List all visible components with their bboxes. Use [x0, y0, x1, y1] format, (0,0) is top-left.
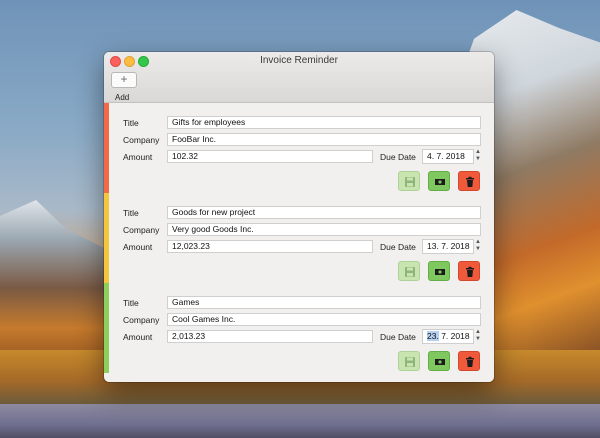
trash-icon — [466, 176, 474, 187]
invoice-list: Title Gifts for employees Company FooBar In… — [104, 103, 494, 373]
company-field[interactable]: Very good Goods Inc. — [167, 223, 481, 236]
floppy-disk-icon — [405, 267, 415, 277]
trash-icon — [466, 356, 474, 367]
save-button[interactable] — [398, 351, 420, 371]
save-button[interactable] — [398, 261, 420, 281]
chevron-up-icon[interactable]: ▲ — [474, 239, 482, 246]
company-label: Company — [123, 225, 160, 235]
delete-button[interactable] — [458, 261, 480, 281]
save-button[interactable] — [398, 171, 420, 191]
date-stepper[interactable]: ▲ ▼ — [474, 239, 482, 254]
amount-label: Amount — [123, 152, 153, 162]
banknote-icon — [435, 269, 445, 275]
due-date-rest[interactable]: 7. 2018 — [434, 151, 464, 161]
plus-icon: + — [120, 72, 128, 86]
view-button[interactable] — [428, 351, 450, 371]
invoice-reminder-window: Invoice Reminder + Add Title Gifts for em… — [104, 52, 494, 382]
company-label: Company — [123, 135, 160, 145]
chevron-up-icon[interactable]: ▲ — [474, 149, 482, 156]
due-date-label: Due Date — [380, 332, 416, 342]
title-label: Title — [123, 118, 139, 128]
title-field[interactable]: Gifts for employees — [167, 116, 481, 129]
due-date-field[interactable]: 23. 7. 2018 — [422, 329, 474, 344]
due-date-label: Due Date — [380, 242, 416, 252]
amount-label: Amount — [123, 242, 153, 252]
due-date-label: Due Date — [380, 152, 416, 162]
status-stripe — [104, 283, 109, 373]
date-stepper[interactable]: ▲ ▼ — [474, 149, 482, 164]
delete-button[interactable] — [458, 171, 480, 191]
titlebar: Invoice Reminder + Add — [104, 52, 494, 103]
view-button[interactable] — [428, 261, 450, 281]
due-date-day[interactable]: 13. — [427, 241, 439, 251]
amount-field[interactable]: 12,023.23 — [167, 240, 373, 253]
due-date-field[interactable]: 4. 7. 2018 — [422, 149, 474, 164]
title-label: Title — [123, 298, 139, 308]
add-label: Add — [115, 93, 130, 102]
title-field[interactable]: Games — [167, 296, 481, 309]
invoice-card: Title Games Company Cool Games Inc. Amount 2,… — [104, 283, 494, 373]
amount-label: Amount — [123, 332, 153, 342]
add-invoice-button[interactable]: + — [111, 72, 137, 88]
status-stripe — [104, 103, 109, 193]
chevron-down-icon[interactable]: ▼ — [474, 336, 482, 343]
invoice-card: Title Gifts for employees Company FooBar In… — [104, 103, 494, 193]
company-field[interactable]: FooBar Inc. — [167, 133, 481, 146]
banknote-icon — [435, 359, 445, 365]
chevron-up-icon[interactable]: ▲ — [474, 329, 482, 336]
banknote-icon — [435, 179, 445, 185]
chevron-down-icon[interactable]: ▼ — [474, 246, 482, 253]
title-label: Title — [123, 208, 139, 218]
company-label: Company — [123, 315, 160, 325]
floppy-disk-icon — [405, 177, 415, 187]
trash-icon — [466, 266, 474, 277]
invoice-card: Title Goods for new project Company Very go… — [104, 193, 494, 283]
due-date-day-selected[interactable]: 23. — [427, 331, 439, 341]
wallpaper-lake — [0, 404, 600, 438]
window-title: Invoice Reminder — [260, 55, 338, 66]
amount-field[interactable]: 2,013.23 — [167, 330, 373, 343]
delete-button[interactable] — [458, 351, 480, 371]
amount-field[interactable]: 102.32 — [167, 150, 373, 163]
due-date-field[interactable]: 13. 7. 2018 — [422, 239, 474, 254]
title-field[interactable]: Goods for new project — [167, 206, 481, 219]
company-field[interactable]: Cool Games Inc. — [167, 313, 481, 326]
status-stripe — [104, 193, 109, 283]
chevron-down-icon[interactable]: ▼ — [474, 156, 482, 163]
view-button[interactable] — [428, 171, 450, 191]
due-date-rest[interactable]: 7. 2018 — [439, 331, 469, 341]
due-date-rest[interactable]: 7. 2018 — [439, 241, 469, 251]
wallpaper-mountain-left — [0, 200, 120, 360]
date-stepper[interactable]: ▲ ▼ — [474, 329, 482, 344]
floppy-disk-icon — [405, 357, 415, 367]
